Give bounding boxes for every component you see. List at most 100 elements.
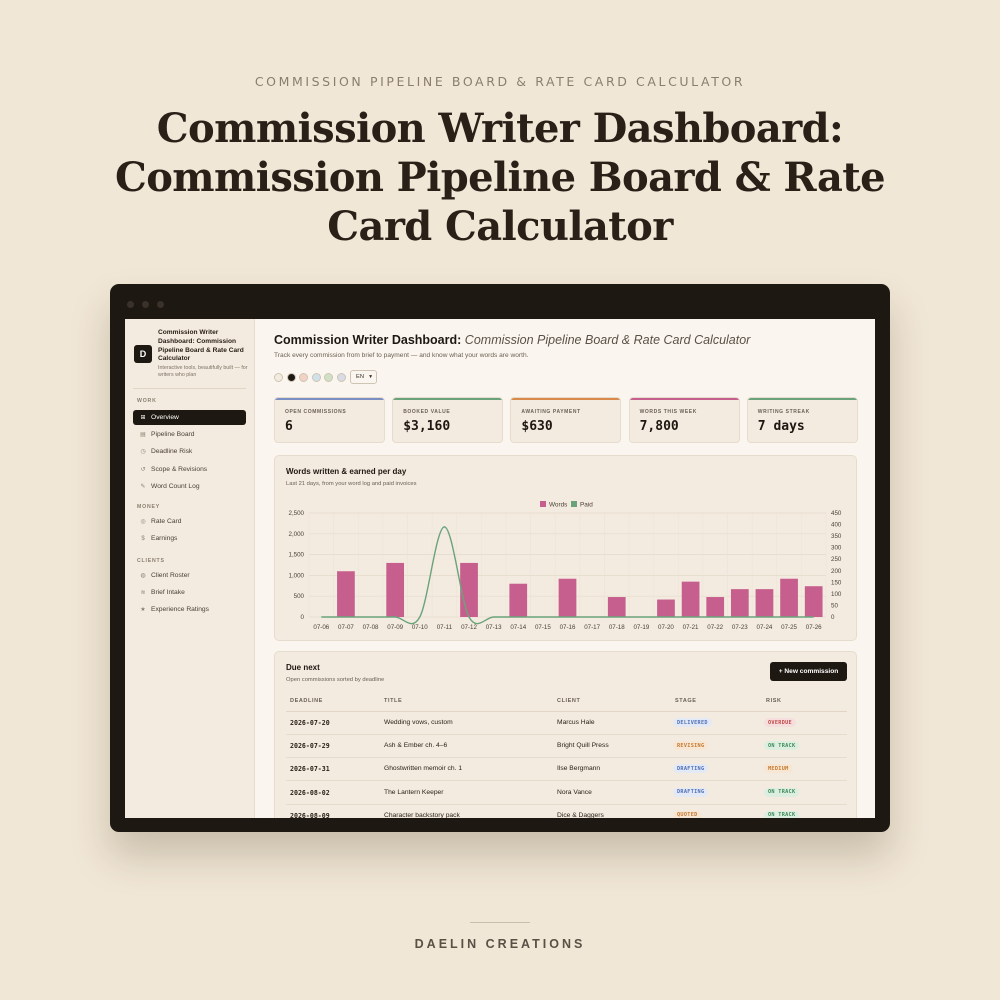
theme-swatch-6[interactable] <box>337 373 346 382</box>
kpi-card-writing-streak: WRITING STREAK 7 days <box>746 397 858 443</box>
page-title-bold: Commission Writer Dashboard: <box>274 333 462 347</box>
kpi-value: $3,160 <box>403 419 451 434</box>
y-right-tick-label: 450 <box>831 510 842 517</box>
window-dot-close[interactable] <box>127 301 134 308</box>
cell-client: Nora Vance <box>557 788 592 796</box>
y-right-tick-label: 350 <box>831 533 842 540</box>
risk-badge: MEDIUM <box>764 764 793 774</box>
kpi-label: WORDS THIS WEEK <box>639 409 697 415</box>
y-right-tick-label: 50 <box>831 602 838 609</box>
stage-badge: DRAFTING <box>673 787 709 797</box>
bar-words <box>730 589 749 617</box>
x-tick-label: 07-10 <box>412 624 428 631</box>
footer-brand: DAELIN CREATIONS <box>414 937 586 951</box>
language-value: EN <box>356 374 365 380</box>
y-right-tick-label: 200 <box>831 568 842 575</box>
bar-words <box>755 589 774 617</box>
table-row[interactable]: 2026-07-31 Ghostwritten memoir ch. 1 Ilse … <box>286 758 847 782</box>
legend-swatch-paid <box>571 501 577 507</box>
sidebar-item-scope-revisions[interactable]: ↺ Scope & Revisions <box>133 462 246 477</box>
y-right-tick-label: 150 <box>831 579 842 586</box>
sidebar-item-overview[interactable]: ⊞ Overview <box>133 410 246 425</box>
sidebar-item-experience-ratings[interactable]: ★ Experience Ratings <box>133 602 246 617</box>
col-header-stage[interactable]: STAGE <box>675 698 697 704</box>
sidebar-item-label: Client Roster <box>151 572 190 579</box>
bar-words <box>460 562 478 617</box>
sidebar-item-pipeline-board[interactable]: ▤ Pipeline Board <box>133 427 246 442</box>
x-tick-label: 07-09 <box>387 624 403 631</box>
pen-icon: ✎ <box>140 483 146 490</box>
cell-title: Wedding vows, custom <box>384 719 453 726</box>
x-tick-label: 07-08 <box>363 624 379 631</box>
table-row[interactable]: 2026-08-09 Character backstory pack Dice &… <box>286 805 847 818</box>
kpi-label: AWAITING PAYMENT <box>521 409 581 415</box>
stage-badge: DELIVERED <box>673 718 712 727</box>
sidebar-item-earnings[interactable]: $ Earnings <box>133 531 246 546</box>
star-icon: ★ <box>140 607 146 614</box>
clock-icon: ◷ <box>140 449 146 456</box>
y-left-tick-label: 2,500 <box>289 510 305 517</box>
brand-subtitle: Interactive tools, beautifully built — f… <box>158 365 248 379</box>
rate-icon: ◎ <box>140 519 146 525</box>
intake-icon: ≋ <box>140 590 146 597</box>
brand-logo[interactable]: D <box>134 345 152 363</box>
x-tick-label: 07-07 <box>338 624 354 631</box>
sidebar-section-work: WORK <box>137 398 157 404</box>
kpi-accent-bar <box>629 398 739 400</box>
revision-icon: ↺ <box>140 466 146 473</box>
table-row[interactable]: 2026-07-29 Ash & Ember ch. 4–6 Bright Quil… <box>286 735 847 759</box>
legend-label-words: Words <box>549 502 567 509</box>
sidebar-item-label: Deadline Risk <box>151 448 193 456</box>
kpi-value: $630 <box>521 419 553 434</box>
sidebar-item-deadline-risk[interactable]: ◷ Deadline Risk <box>133 444 246 459</box>
language-select[interactable]: EN ▼ <box>350 370 377 384</box>
theme-swatch-3[interactable] <box>299 373 309 382</box>
bar-words <box>804 586 823 617</box>
x-tick-label: 07-16 <box>560 624 576 631</box>
window-dot-maximize[interactable] <box>157 301 164 308</box>
kpi-accent-bar <box>511 398 621 400</box>
kpi-accent-bar <box>393 398 503 400</box>
sidebar-item-word-count-log[interactable]: ✎ Word Count Log <box>133 479 246 494</box>
main-content: Commission Writer Dashboard: Commission … <box>274 319 864 818</box>
col-header-deadline[interactable]: DEADLINE <box>290 698 323 704</box>
y-left-tick-label: 1,500 <box>289 552 305 559</box>
sidebar-divider <box>133 388 246 389</box>
x-tick-label: 07-22 <box>707 624 723 631</box>
kpi-card-open-commissions: OPEN COMMISSIONS 6 <box>274 397 385 443</box>
sidebar-item-rate-card[interactable]: ◎ Rate Card <box>133 514 246 529</box>
cell-title: Ash & Ember ch. 4–6 <box>384 742 448 750</box>
table-row[interactable]: 2026-08-02 The Lantern Keeper Nora Vance DR… <box>286 782 847 805</box>
cell-title: Ghostwritten memoir ch. 1 <box>384 765 463 773</box>
x-tick-label: 07-25 <box>781 624 797 631</box>
cell-deadline: 2026-08-02 <box>290 788 330 797</box>
chart-card: Words written & earned per day Last 21 d… <box>274 455 857 641</box>
theme-swatch-2[interactable] <box>286 373 296 382</box>
cell-deadline: 2026-07-20 <box>290 719 330 727</box>
kpi-card-awaiting-payment: AWAITING PAYMENT $630 <box>510 397 622 443</box>
sidebar-item-brief-intake[interactable]: ≋ Brief Intake <box>133 585 246 600</box>
col-header-client[interactable]: CLIENT <box>557 698 580 704</box>
x-tick-label: 07-26 <box>806 624 822 631</box>
x-tick-label: 07-18 <box>609 624 625 631</box>
grid-icon: ⊞ <box>140 415 146 421</box>
table-row[interactable]: 2026-07-20 Wedding vows, custom Marcus Hal… <box>286 712 847 735</box>
col-header-title[interactable]: TITLE <box>384 698 402 704</box>
theme-swatch-4[interactable] <box>311 373 321 382</box>
theme-swatch-1[interactable] <box>274 373 283 382</box>
x-tick-label: 07-19 <box>633 624 649 631</box>
new-commission-button[interactable]: + New commission <box>770 662 847 681</box>
chevron-down-icon: ▼ <box>368 374 374 380</box>
bar-words <box>780 578 798 617</box>
col-header-risk[interactable]: RISK <box>766 698 782 704</box>
theme-swatch-5[interactable] <box>324 373 334 382</box>
x-tick-label: 07-11 <box>437 624 453 631</box>
window-dot-minimize[interactable] <box>142 301 149 308</box>
x-tick-label: 07-15 <box>535 624 551 631</box>
y-right-tick-label: 400 <box>831 522 842 529</box>
sidebar-item-client-roster[interactable]: ◍ Client Roster <box>133 568 246 583</box>
risk-badge: ON TRACK <box>764 810 800 818</box>
sidebar-item-label: Scope & Revisions <box>151 465 208 473</box>
roster-icon: ◍ <box>140 573 146 579</box>
sidebar-section-money: MONEY <box>137 504 161 510</box>
